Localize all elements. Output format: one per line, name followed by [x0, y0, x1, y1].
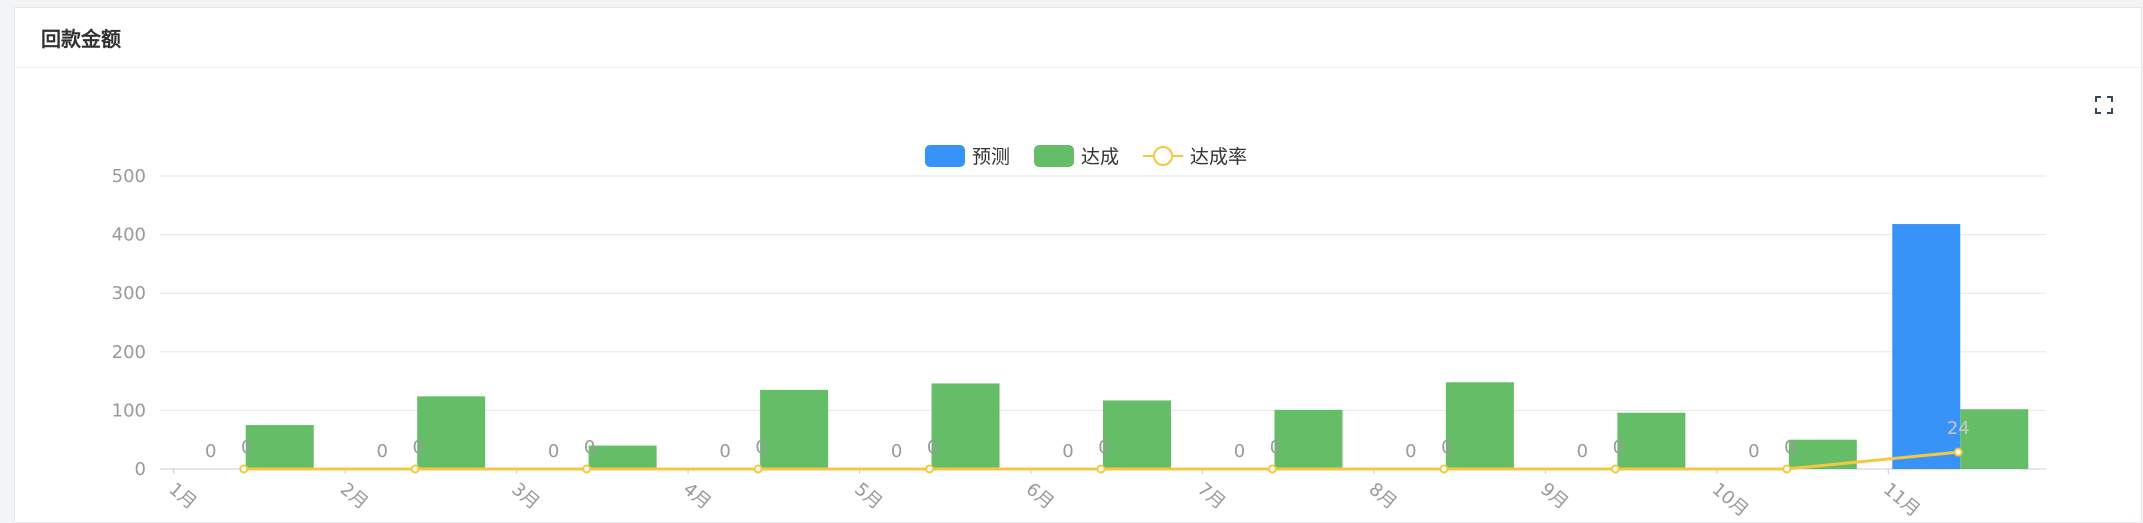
- achieved-bar[interactable]: [931, 383, 1000, 469]
- legend-marker: [1153, 146, 1173, 166]
- chart-legend[interactable]: 预测 达成 达成率: [925, 145, 1247, 168]
- x-tick-label: 2月: [336, 479, 372, 514]
- achieved-value-label: 0: [1613, 437, 1624, 458]
- forecast-value-label: 0: [1577, 441, 1588, 462]
- forecast-value-label: 0: [548, 441, 559, 462]
- achieved-bar[interactable]: [760, 389, 829, 469]
- legend-label: 达成率: [1190, 146, 1247, 168]
- x-tick-label: 4月: [679, 479, 715, 514]
- x-axis: 1月 2月 3月 4月 5月 6月 7月 8月 9月 10月 11月: [165, 469, 1924, 521]
- legend-label: 达成: [1081, 146, 1119, 168]
- rate-point[interactable]: [753, 464, 763, 474]
- forecast-value-label: 0: [376, 441, 387, 462]
- y-axis: 0 100 200 300 400 500: [112, 166, 146, 480]
- forecast-value-label: 0: [205, 441, 216, 462]
- legend-item-rate[interactable]: 达成率: [1143, 146, 1247, 168]
- achieved-bar[interactable]: [588, 445, 657, 469]
- rate-point[interactable]: [1782, 464, 1792, 474]
- forecast-value-label: 0: [1405, 441, 1416, 462]
- x-tick-label: 6月: [1022, 479, 1058, 514]
- forecast-value-label: 0: [891, 441, 902, 462]
- forecast-value-label: 0: [1062, 441, 1073, 462]
- achieved-bar[interactable]: [417, 396, 486, 469]
- forecast-value-label: 0: [719, 441, 730, 462]
- achieved-bar[interactable]: [1960, 409, 2029, 469]
- x-tick-label: 10月: [1708, 479, 1753, 521]
- achieved-value-label: 0: [584, 437, 595, 458]
- rate-point[interactable]: [1610, 464, 1620, 474]
- achieved-bar[interactable]: [1274, 409, 1343, 469]
- bars: [245, 224, 2029, 469]
- chart: 预测 达成 达成率 0 100 200 300 400 500 1月 2月 3月 4月 5月 6月 7月 8…: [112, 145, 2046, 521]
- x-tick-label: 11月: [1879, 479, 1924, 521]
- rate-point[interactable]: [1096, 464, 1106, 474]
- legend-swatch: [1034, 145, 1074, 167]
- achieved-value-label: 0: [1441, 437, 1452, 458]
- legend-item-forecast[interactable]: 预测: [925, 145, 1010, 168]
- x-tick-label: 1月: [165, 479, 201, 514]
- x-tick-label: 7月: [1193, 479, 1229, 514]
- forecast-value-label: 0: [1234, 441, 1245, 462]
- rate-point[interactable]: [925, 464, 935, 474]
- rate-point[interactable]: [1439, 464, 1449, 474]
- rate-point[interactable]: [1267, 464, 1277, 474]
- achieved-bar[interactable]: [245, 425, 314, 469]
- legend-label: 预测: [972, 146, 1010, 168]
- rate-value-label: 24: [1947, 418, 1970, 439]
- achieved-value-label: 0: [1270, 437, 1281, 458]
- achieved-bar[interactable]: [1617, 412, 1686, 469]
- x-tick-label: 8月: [1365, 479, 1401, 514]
- rate-point[interactable]: [1953, 447, 1963, 457]
- achieved-bar[interactable]: [1445, 382, 1514, 469]
- y-tick-label: 500: [112, 166, 146, 187]
- achieved-value-label: 0: [1784, 437, 1795, 458]
- y-tick-label: 100: [112, 400, 146, 421]
- x-tick-label: 5月: [850, 479, 886, 514]
- rate-point[interactable]: [410, 464, 420, 474]
- rate-point[interactable]: [239, 464, 249, 474]
- x-tick-label: 3月: [507, 479, 543, 514]
- y-tick-label: 0: [135, 459, 146, 480]
- legend-swatch: [925, 145, 965, 167]
- y-tick-label: 400: [112, 225, 146, 246]
- rate-point[interactable]: [582, 464, 592, 474]
- achieved-value-label: 0: [412, 437, 423, 458]
- y-tick-label: 200: [112, 342, 146, 363]
- achieved-value-label: 0: [755, 437, 766, 458]
- forecast-value-label: 0: [1748, 441, 1759, 462]
- y-tick-label: 300: [112, 283, 146, 304]
- legend-item-achieved[interactable]: 达成: [1034, 145, 1119, 168]
- achieved-value-label: 0: [927, 437, 938, 458]
- achieved-bar[interactable]: [1103, 400, 1171, 469]
- achieved-value-label: 0: [241, 437, 252, 458]
- x-tick-label: 9月: [1536, 479, 1572, 514]
- achieved-value-label: 0: [1098, 437, 1109, 458]
